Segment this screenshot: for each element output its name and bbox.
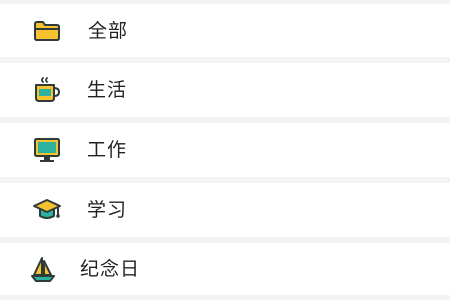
- category-label: 工作: [87, 139, 128, 161]
- folder-icon: [32, 16, 62, 46]
- category-item-anniversary[interactable]: 纪念日: [0, 243, 450, 295]
- category-item-all[interactable]: 全部: [0, 4, 450, 57]
- graduation-cap-icon: [32, 195, 62, 225]
- category-label: 全部: [88, 19, 129, 42]
- mug-icon: [32, 75, 62, 105]
- category-label: 生活: [87, 79, 128, 101]
- sailboat-icon: [28, 254, 58, 284]
- category-label: 学习: [87, 199, 128, 221]
- category-label: 纪念日: [80, 258, 141, 280]
- category-item-study[interactable]: 学习: [0, 183, 450, 237]
- category-item-life[interactable]: 生活: [0, 63, 450, 117]
- category-item-work[interactable]: 工作: [0, 123, 450, 177]
- category-list: 全部 生活 工作 学习 纪念日: [0, 0, 450, 300]
- monitor-icon: [32, 135, 62, 165]
